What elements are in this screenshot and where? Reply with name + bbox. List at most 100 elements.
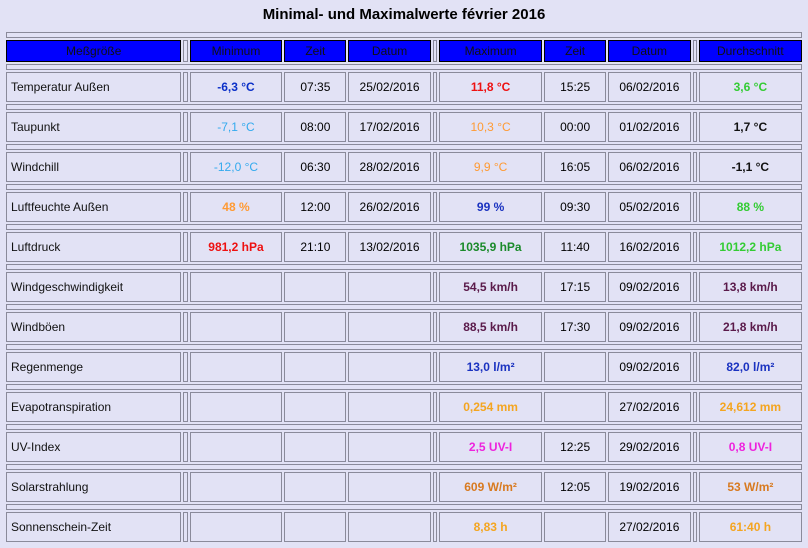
- header-max-time: Zeit: [544, 40, 607, 62]
- min-time: [284, 432, 347, 462]
- column-gap: [432, 112, 437, 142]
- min-date: [348, 392, 431, 422]
- avg-value: 21,8 km/h: [698, 312, 802, 342]
- column-gap: [183, 432, 188, 462]
- column-gap: [692, 512, 697, 542]
- header-max-date: Datum: [608, 40, 691, 62]
- min-time: [284, 272, 347, 302]
- column-gap: [692, 112, 697, 142]
- min-date: 17/02/2016: [348, 112, 431, 142]
- column-gap: [692, 40, 697, 62]
- row-label: Luftfeuchte Außen: [6, 192, 182, 222]
- min-value: [189, 472, 283, 502]
- avg-value: 88 %: [698, 192, 802, 222]
- min-value: [189, 512, 283, 542]
- min-time: 07:35: [284, 72, 347, 102]
- max-value: 2,5 UV-I: [438, 432, 543, 462]
- min-max-table: Meßgröße Minimum Zeit Datum Maximum Zeit…: [4, 30, 804, 544]
- max-value: 0,254 mm: [438, 392, 543, 422]
- max-date: 01/02/2016: [608, 112, 691, 142]
- max-time: 00:00: [544, 112, 607, 142]
- column-gap: [432, 152, 437, 182]
- row-label: Sonnenschein-Zeit: [6, 512, 182, 542]
- min-date: 26/02/2016: [348, 192, 431, 222]
- min-time: [284, 472, 347, 502]
- max-date: 09/02/2016: [608, 312, 691, 342]
- max-time: 17:15: [544, 272, 607, 302]
- page-title: Minimal- und Maximalwerte février 2016: [262, 6, 546, 23]
- column-gap: [432, 232, 437, 262]
- row-label: Luftdruck: [6, 232, 182, 262]
- table-row: Regenmenge 13,0 l/m² 09/02/2016 82,0 l/m…: [6, 352, 802, 382]
- max-value: 99 %: [438, 192, 543, 222]
- avg-value: 1,7 °C: [698, 112, 802, 142]
- max-date: 05/02/2016: [608, 192, 691, 222]
- table-row: Windgeschwindigkeit 54,5 km/h 17:15 09/0…: [6, 272, 802, 302]
- column-gap: [432, 192, 437, 222]
- max-date: 27/02/2016: [608, 512, 691, 542]
- row-label: UV-Index: [6, 432, 182, 462]
- row-label: Windchill: [6, 152, 182, 182]
- max-time: 11:40: [544, 232, 607, 262]
- column-gap: [692, 192, 697, 222]
- min-date: [348, 312, 431, 342]
- min-value: -6,3 °C: [189, 72, 283, 102]
- max-time: [544, 512, 607, 542]
- min-time: [284, 512, 347, 542]
- header-label: Meßgröße: [6, 40, 182, 62]
- max-time: 17:30: [544, 312, 607, 342]
- min-date: [348, 352, 431, 382]
- row-label: Windgeschwindigkeit: [6, 272, 182, 302]
- table-row: Windchill -12,0 °C 06:30 28/02/2016 9,9 …: [6, 152, 802, 182]
- table-row: Temperatur Außen -6,3 °C 07:35 25/02/201…: [6, 72, 802, 102]
- table-row: Solarstrahlung 609 W/m² 12:05 19/02/2016…: [6, 472, 802, 502]
- header-average: Durchschnitt: [698, 40, 802, 62]
- table-row: UV-Index 2,5 UV-I 12:25 29/02/2016 0,8 U…: [6, 432, 802, 462]
- max-date: 29/02/2016: [608, 432, 691, 462]
- avg-value: 3,6 °C: [698, 72, 802, 102]
- min-value: [189, 432, 283, 462]
- table-row: Evapotranspiration 0,254 mm 27/02/2016 2…: [6, 392, 802, 422]
- max-time: 15:25: [544, 72, 607, 102]
- min-date: 25/02/2016: [348, 72, 431, 102]
- header-min-time: Zeit: [284, 40, 347, 62]
- column-gap: [692, 152, 697, 182]
- table-row: Luftfeuchte Außen 48 % 12:00 26/02/2016 …: [6, 192, 802, 222]
- column-gap: [183, 72, 188, 102]
- min-date: [348, 272, 431, 302]
- min-value: [189, 392, 283, 422]
- column-gap: [432, 312, 437, 342]
- max-value: 88,5 km/h: [438, 312, 543, 342]
- max-time: [544, 392, 607, 422]
- max-date: 19/02/2016: [608, 472, 691, 502]
- column-gap: [183, 40, 188, 62]
- min-date: [348, 432, 431, 462]
- max-value: 609 W/m²: [438, 472, 543, 502]
- row-label: Windböen: [6, 312, 182, 342]
- min-value: [189, 352, 283, 382]
- max-time: 12:25: [544, 432, 607, 462]
- max-date: 16/02/2016: [608, 232, 691, 262]
- row-label: Evapotranspiration: [6, 392, 182, 422]
- avg-value: 24,612 mm: [698, 392, 802, 422]
- avg-value: 61:40 h: [698, 512, 802, 542]
- row-label: Solarstrahlung: [6, 472, 182, 502]
- row-label: Taupunkt: [6, 112, 182, 142]
- max-date: 06/02/2016: [608, 152, 691, 182]
- min-value: -7,1 °C: [189, 112, 283, 142]
- avg-value: 53 W/m²: [698, 472, 802, 502]
- column-gap: [692, 72, 697, 102]
- min-value: [189, 312, 283, 342]
- avg-value: 13,8 km/h: [698, 272, 802, 302]
- max-value: 9,9 °C: [438, 152, 543, 182]
- min-date: 13/02/2016: [348, 232, 431, 262]
- column-gap: [183, 192, 188, 222]
- column-gap: [692, 272, 697, 302]
- column-gap: [692, 312, 697, 342]
- column-gap: [432, 272, 437, 302]
- column-gap: [183, 312, 188, 342]
- column-gap: [432, 512, 437, 542]
- max-time: [544, 352, 607, 382]
- column-gap: [432, 352, 437, 382]
- table-row: Taupunkt -7,1 °C 08:00 17/02/2016 10,3 °…: [6, 112, 802, 142]
